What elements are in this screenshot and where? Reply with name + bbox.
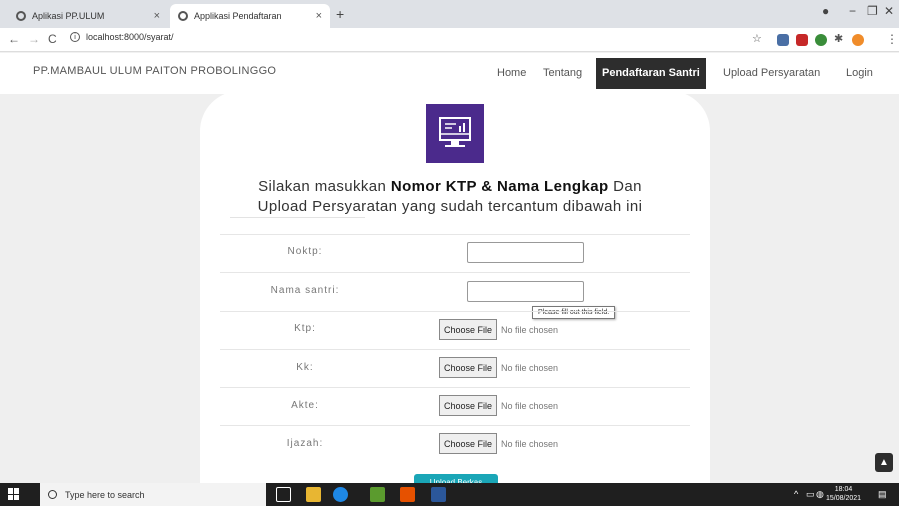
nav-tentang[interactable]: Tentang <box>543 67 582 79</box>
upload-berkas-button[interactable]: Upload Berkas <box>414 474 498 483</box>
nav-login[interactable]: Login <box>846 67 873 79</box>
battery-icon[interactable]: ▭ <box>806 489 815 500</box>
file-explorer-icon[interactable] <box>306 487 321 502</box>
site-navbar: PP.MAMBAUL ULUM PAITON PROBOLINGGO Home … <box>0 53 899 94</box>
site-brand[interactable]: PP.MAMBAUL ULUM PAITON PROBOLINGGO <box>33 65 276 77</box>
globe-icon <box>178 11 188 21</box>
tab-title: Aplikasi PP.ULUM <box>32 11 105 21</box>
network-icon[interactable]: ◍ <box>816 489 824 500</box>
chevron-up-icon: ▲ <box>879 457 889 468</box>
forward-button[interactable]: → <box>28 32 40 46</box>
minimize-button[interactable]: − <box>849 4 856 18</box>
page-heading: Silakan masukkan Nomor KTP & Nama Lengka… <box>257 178 643 215</box>
star-icon[interactable]: ☆ <box>752 32 762 45</box>
close-window-button[interactable]: ✕ <box>884 4 894 18</box>
no-file-text: No file chosen <box>501 438 559 449</box>
web-page: PP.MAMBAUL ULUM PAITON PROBOLINGGO Home … <box>0 53 899 483</box>
divider <box>230 217 365 218</box>
nav-home[interactable]: Home <box>497 67 526 79</box>
no-file-text: No file chosen <box>501 324 559 335</box>
profile-avatar[interactable] <box>852 34 864 46</box>
windows-taskbar: Type here to search ^ ▭ ◍ 18:04 15/08/20… <box>0 483 899 506</box>
new-tab-button[interactable]: + <box>336 6 344 22</box>
notification-icon[interactable]: ▤ <box>878 489 887 500</box>
maximize-button[interactable]: ❐ <box>867 4 878 18</box>
close-tab-icon[interactable]: × <box>154 10 160 22</box>
menu-icon[interactable]: ⋮ <box>886 32 898 46</box>
search-icon <box>48 490 57 499</box>
divider <box>220 349 690 350</box>
heading-emphasis: Nomor KTP & Nama Lengkap <box>390 178 609 195</box>
extension-icon[interactable] <box>777 34 789 46</box>
choose-file-button[interactable]: Choose File <box>439 357 498 378</box>
akte-file-input[interactable]: Choose File No file chosen <box>439 395 558 416</box>
app-icon[interactable] <box>370 487 385 502</box>
divider <box>220 234 690 235</box>
clock-time: 18:04 <box>834 486 853 493</box>
kk-file-input[interactable]: Choose File No file chosen <box>439 357 558 378</box>
reload-button[interactable]: C <box>48 32 57 46</box>
ktp-file-input[interactable]: Choose File No file chosen <box>439 319 558 340</box>
nav-upload-persyaratan[interactable]: Upload Persyaratan <box>723 67 820 79</box>
sublime-text-icon[interactable] <box>400 487 415 502</box>
chrome-icon[interactable] <box>333 487 348 502</box>
monitor-chart-icon <box>426 104 484 163</box>
puzzle-icon[interactable]: ✱ <box>834 32 843 45</box>
no-file-text: No file chosen <box>501 362 559 373</box>
divider <box>220 311 690 312</box>
word-icon[interactable] <box>431 487 446 502</box>
nama-santri-input[interactable] <box>467 281 584 302</box>
taskbar-search-placeholder: Type here to search <box>65 489 145 500</box>
kk-label: Kk: <box>296 362 314 373</box>
no-file-text: No file chosen <box>501 400 559 411</box>
url-text: localhost:8000/syarat/ <box>86 32 174 42</box>
windows-start-button[interactable] <box>8 488 20 500</box>
taskbar-search[interactable]: Type here to search <box>40 483 266 506</box>
divider <box>220 387 690 388</box>
nav-pendaftaran-santri[interactable]: Pendaftaran Santri <box>596 58 706 89</box>
close-tab-icon[interactable]: × <box>316 10 322 22</box>
pdf-extension-icon[interactable] <box>796 34 808 46</box>
info-icon[interactable]: i <box>70 32 80 42</box>
ijazah-file-input[interactable]: Choose File No file chosen <box>439 433 558 454</box>
choose-file-button[interactable]: Choose File <box>439 433 498 454</box>
tray-chevron-icon[interactable]: ^ <box>794 489 798 499</box>
divider <box>220 272 690 273</box>
noktp-label: Noktp: <box>287 246 323 257</box>
ijazah-label: Ijazah: <box>286 438 324 449</box>
back-button[interactable]: ← <box>8 32 20 46</box>
akte-label: Akte: <box>291 400 319 411</box>
nama-santri-label: Nama santri: <box>270 285 340 296</box>
choose-file-button[interactable]: Choose File <box>439 319 498 340</box>
tab-title: Applikasi Pendaftaran <box>194 11 282 21</box>
ktp-label: Ktp: <box>294 323 316 334</box>
scroll-to-top-button[interactable]: ▲ <box>875 453 893 472</box>
noktp-input[interactable] <box>467 242 584 263</box>
extension-icon[interactable] <box>815 34 827 46</box>
choose-file-button[interactable]: Choose File <box>439 395 498 416</box>
browser-toolbar: ← → C i localhost:8000/syarat/ ☆ ✱ ⋮ <box>0 28 899 52</box>
divider <box>220 425 690 426</box>
address-bar[interactable]: i localhost:8000/syarat/ <box>70 32 174 42</box>
browser-tab-active[interactable]: Applikasi Pendaftaran × <box>170 4 330 28</box>
browser-tab[interactable]: Aplikasi PP.ULUM × <box>8 4 168 28</box>
validation-tooltip: Please fill out this field. <box>532 306 616 319</box>
profile-icon[interactable]: ● <box>822 4 829 18</box>
globe-icon <box>16 11 26 21</box>
task-view-icon[interactable] <box>276 487 291 502</box>
clock-date: 15/08/2021 <box>826 495 862 502</box>
browser-tabstrip: Aplikasi PP.ULUM × Applikasi Pendaftaran… <box>0 0 899 28</box>
taskbar-clock[interactable]: 18:04 15/08/2021 <box>826 485 861 503</box>
